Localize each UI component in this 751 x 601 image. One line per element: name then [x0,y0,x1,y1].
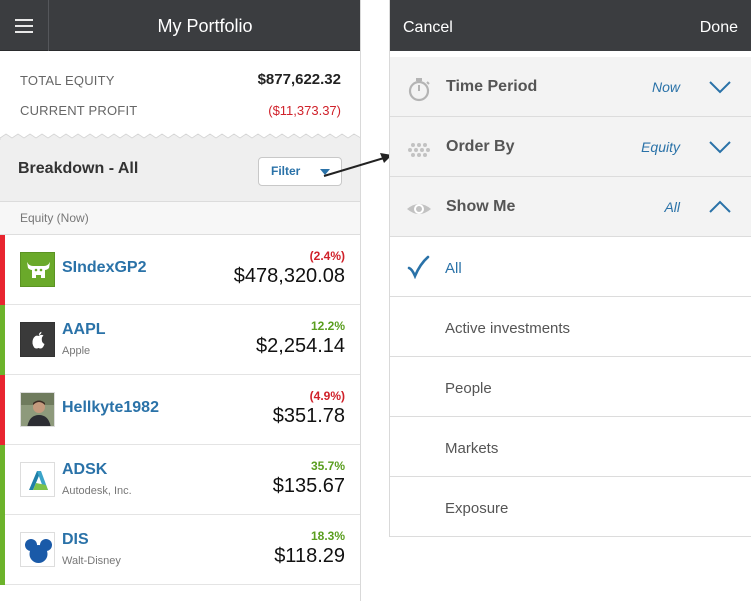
disney-logo-icon [20,532,55,567]
holding-name: Hellkyte1982 [62,399,159,416]
holding-row[interactable]: SIndexGP2 (2.4%) $478,320.08 [0,235,360,305]
done-button[interactable]: Done [700,0,738,51]
holding-amount: $478,320.08 [233,265,345,287]
hamburger-menu-icon[interactable] [0,0,49,51]
holding-change-percent: 18.3% [310,529,345,543]
eye-icon [407,204,431,214]
portfolio-header: My Portfolio [0,0,360,51]
holding-amount: $351.78 [272,405,345,427]
callout-arrow-icon [323,153,392,177]
apple-logo-icon [20,322,55,357]
holding-subtitle: Apple [62,345,91,357]
dots-icon [408,143,430,157]
trend-indicator-bar [0,305,5,375]
option-order-by[interactable]: Order By Equity [390,117,751,177]
chevron-down-icon [709,141,731,154]
choice-label: Exposure [445,500,509,517]
holding-subtitle: Walt-Disney [62,555,121,567]
breakdown-bar: Breakdown - All Filter [0,140,360,202]
stage: My Portfolio TOTAL EQUITY $877,622.32 CU… [0,0,751,601]
chevron-down-icon [709,81,731,94]
holdings-list: SIndexGP2 (2.4%) $478,320.08 AAPL Apple … [0,235,360,585]
page-title: My Portfolio [157,16,253,36]
option-value: Equity [641,139,680,155]
option-label: Time Period [446,78,538,95]
checkmark-icon [407,255,430,279]
holding-change-percent: 35.7% [310,459,345,473]
current-profit-label: CURRENT PROFIT [20,103,138,118]
choice-item[interactable]: Markets [390,417,751,477]
holding-name: DIS [62,531,89,548]
equity-column-header: Equity (Now) [0,202,360,235]
holding-amount: $118.29 [274,545,345,567]
holding-change-percent: 12.2% [310,319,345,333]
filter-button-label: Filter [271,164,301,178]
holding-name: ADSK [62,461,108,478]
option-show-me[interactable]: Show Me All [390,177,751,237]
holding-name: AAPL [62,321,106,338]
total-equity-row: TOTAL EQUITY $877,622.32 [20,71,341,91]
stopwatch-icon [408,78,430,102]
choice-label: People [445,380,492,397]
holding-change-percent: (4.9%) [309,389,345,403]
choice-label: All [445,260,462,277]
autodesk-logo-icon [20,462,55,497]
holding-amount: $2,254.14 [256,335,345,357]
breakdown-title: Breakdown - All [18,160,139,177]
choice-label: Markets [445,440,499,457]
current-profit-value: ($11,373.37) [268,103,341,118]
option-label: Show Me [446,198,516,215]
trend-indicator-bar [0,445,5,515]
trend-indicator-bar [0,375,5,445]
option-time-period[interactable]: Time Period Now [390,57,751,117]
cancel-button[interactable]: Cancel [403,0,453,51]
trend-indicator-bar [0,515,5,585]
holding-row[interactable]: ADSK Autodesk, Inc. 35.7% $135.67 [0,445,360,515]
avatar [20,392,55,427]
bull-logo-icon [20,252,55,287]
holding-row[interactable]: Hellkyte1982 (4.9%) $351.78 [0,375,360,445]
chevron-up-icon [709,200,731,213]
choice-item[interactable]: People [390,357,751,417]
choice-item[interactable]: All [390,237,751,297]
holding-row[interactable]: DIS Walt-Disney 18.3% $118.29 [0,515,360,585]
option-value: All [664,199,680,215]
total-equity-value: $877,622.32 [257,71,341,88]
choice-item[interactable]: Exposure [390,477,751,537]
choice-label: Active investments [445,320,571,337]
holding-change-percent: (2.4%) [309,249,345,263]
holding-row[interactable]: AAPL Apple 12.2% $2,254.14 [0,305,360,375]
option-label: Order By [446,138,515,155]
holding-name: SIndexGP2 [62,259,147,276]
holding-amount: $135.67 [272,475,345,497]
total-equity-label: TOTAL EQUITY [20,73,115,88]
choice-item[interactable]: Active investments [390,297,751,357]
filter-header: Cancel Done [390,0,751,51]
trend-indicator-bar [0,235,5,305]
portfolio-screen: My Portfolio TOTAL EQUITY $877,622.32 CU… [0,0,361,601]
holding-subtitle: Autodesk, Inc. [62,485,132,497]
current-profit-row: CURRENT PROFIT ($11,373.37) [20,101,341,121]
filter-panel: Cancel Done Time Period Now Order By Equ… [389,0,751,537]
option-value: Now [651,79,680,95]
portfolio-summary: TOTAL EQUITY $877,622.32 CURRENT PROFIT … [0,51,360,137]
